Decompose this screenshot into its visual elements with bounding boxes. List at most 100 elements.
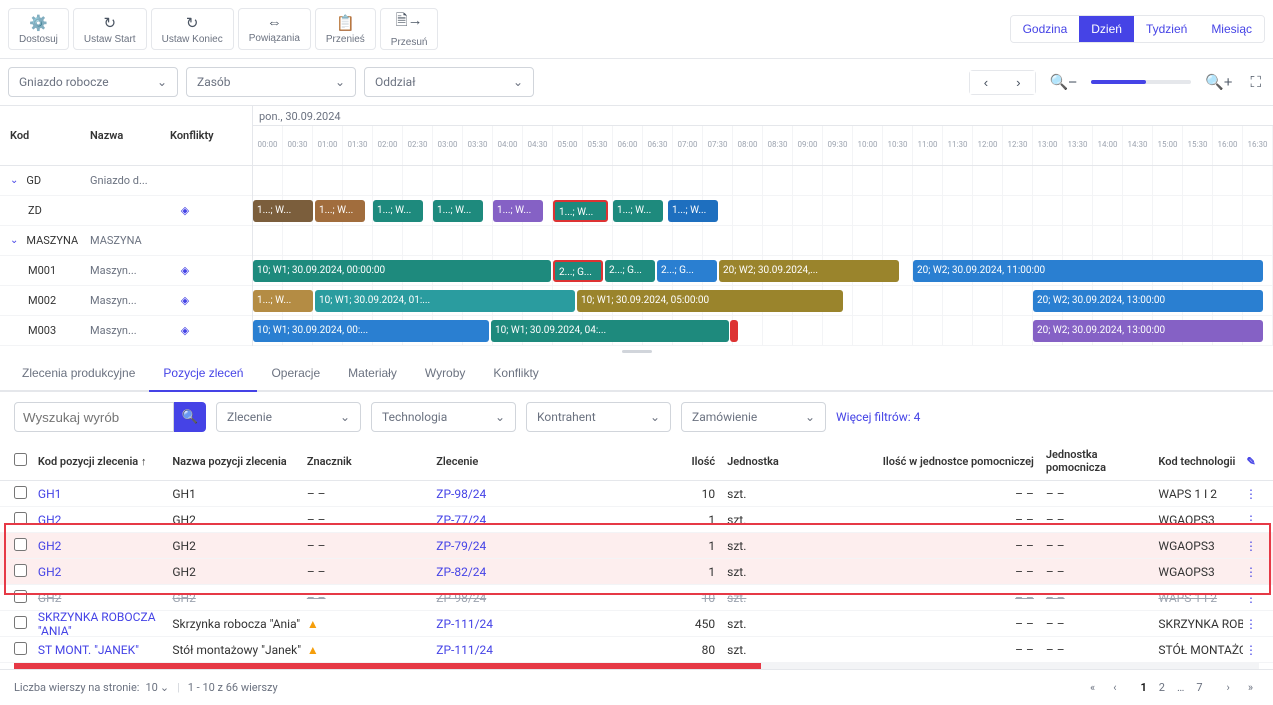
gantt-bar[interactable]: 1...; W... [668,200,718,222]
first-page-button[interactable]: « [1084,678,1101,697]
col-code[interactable]: Kod pozycji zlecenia ↑ [38,455,172,468]
item-code-link[interactable]: GH1 [38,487,172,501]
row-checkbox[interactable] [14,616,27,629]
col-order[interactable]: Zlecenie [436,455,665,468]
gantt-bar[interactable]: 20; W2; 30.09.2024, 13:00:00 [1033,290,1263,312]
gantt-bar[interactable]: 1...; W... [315,200,365,222]
gantt-bar[interactable]: 10; W1; 30.09.2024, 00:00:00 [253,260,551,282]
gantt-bar[interactable]: 2...; G... [657,260,717,282]
table-row[interactable]: SKRZYNKA ROBOCZA "ANIA"Skrzynka robocza … [0,611,1273,637]
shift-button[interactable]: 🗎→Przesuń [380,8,439,50]
item-code-link[interactable]: GH2 [38,539,172,553]
order-link[interactable]: ZP-82/24 [436,565,665,579]
item-code-link[interactable]: GH2 [38,565,172,579]
gantt-bar[interactable]: 10; W1; 30.09.2024, 05:00:00 [577,290,843,312]
contractor-dropdown[interactable]: Kontrahent⌄ [526,402,671,432]
gantt-row-M001[interactable]: M001Maszyn...◈ [0,256,252,286]
col-qty[interactable]: Ilość [665,455,715,468]
item-code-link[interactable]: GH2 [38,513,172,527]
gantt-bar[interactable]: 1...; W... [433,200,483,222]
move-button[interactable]: 📋Przenieś [315,8,376,50]
expander-icon[interactable]: ⌄ [10,175,22,186]
col-tech[interactable]: Kod technologii [1158,455,1243,468]
gantt-bar[interactable]: 1...; W... [613,200,663,222]
zoom-in-button[interactable]: 🔍+ [1201,71,1236,93]
gantt-bar[interactable]: 1...; W... [253,290,313,312]
resource-dropdown[interactable]: Zasób⌄ [186,67,356,97]
zoom-slider[interactable] [1091,80,1191,84]
gantt-row-M002[interactable]: M002Maszyn...◈ [0,286,252,316]
col-name[interactable]: Nazwa pozycji zlecenia [172,455,306,468]
workcell-dropdown[interactable]: Gniazdo robocze⌄ [8,67,178,97]
col-aux-unit[interactable]: Jednostka pomocnicza [1034,448,1159,474]
row-menu-button[interactable]: ⋮ [1243,487,1259,501]
row-checkbox[interactable] [14,512,27,525]
gantt-bar[interactable]: 1...; W... [373,200,423,222]
set-end-button[interactable]: ↻Ustaw Koniec [151,8,234,50]
tab-materialy[interactable]: Materiały [334,356,411,390]
tab-zlecenia[interactable]: Zlecenia produkcyjne [8,356,149,390]
table-row[interactable]: ST MONT. "JANEK"Stół montażowy "Janek"▲Z… [0,637,1273,663]
order-link[interactable]: ZP-111/24 [436,617,665,631]
row-checkbox[interactable] [14,590,27,603]
order-link[interactable]: ZP-98/24 [436,591,665,605]
page-1[interactable]: 1 [1135,678,1153,697]
col-unit[interactable]: Jednostka [715,455,874,468]
links-button[interactable]: ⇔Powiązania [238,8,311,50]
search-button[interactable]: 🔍 [174,402,206,432]
table-row[interactable]: GH1GH1– –ZP-98/2410szt.– –– –WAPS 1 I 2⋮ [0,481,1273,507]
prev-button[interactable]: ‹ [970,71,1002,94]
page-size-select[interactable]: 10 [145,681,157,694]
gantt-bar[interactable]: 1...; W... [553,200,608,222]
page-7[interactable]: 7 [1190,678,1208,697]
item-code-link[interactable]: SKRZYNKA ROBOCZA "ANIA" [38,610,172,638]
gantt-bar[interactable]: 1...; W... [493,200,543,222]
page-2[interactable]: 2 [1153,678,1171,697]
gantt-bar[interactable]: 10; W1; 30.09.2024, 04:... [491,320,729,342]
row-checkbox[interactable] [14,564,27,577]
next-page-button[interactable]: › [1221,678,1236,697]
row-checkbox[interactable] [14,642,27,655]
gantt-row-ZD[interactable]: ZD◈ [0,196,252,226]
next-button[interactable]: › [1002,71,1034,94]
order-link[interactable]: ZP-77/24 [436,513,665,527]
row-checkbox[interactable] [14,538,27,551]
col-mark[interactable]: Znacznik [307,455,436,468]
zoom-out-button[interactable]: 🔍− [1046,71,1081,93]
gantt-bar[interactable]: 20; W2; 30.09.2024, 13:00:00 [1033,320,1263,342]
table-row[interactable]: GH2GH2– –ZP-98/2410szt.– –– –WAPS 1 I 2⋮ [0,585,1273,611]
last-page-button[interactable]: » [1242,678,1259,697]
search-input[interactable] [14,402,174,432]
select-all-checkbox[interactable] [14,453,27,466]
more-filters-link[interactable]: Więcej filtrów: 4 [836,410,920,424]
branch-dropdown[interactable]: Oddział⌄ [364,67,534,97]
tab-wyroby[interactable]: Wyroby [411,356,480,390]
table-row[interactable]: GH2GH2– –ZP-79/241szt.– –– –WGAOPS3⋮ [0,533,1273,559]
col-aux-qty[interactable]: Ilość w jednostce pomocniczej [875,455,1034,468]
gantt-bar[interactable]: 2...; G... [553,260,603,282]
order-link[interactable]: ZP-111/24 [436,643,665,657]
gantt-bar[interactable] [730,320,738,342]
edit-columns-icon[interactable]: ✎ [1243,455,1259,468]
gantt-row-M003[interactable]: M003Maszyn...◈ [0,316,252,346]
prev-page-button[interactable]: ‹ [1107,678,1122,697]
tab-konflikty[interactable]: Konflikty [479,356,552,390]
split-handle[interactable] [0,346,1273,356]
technology-dropdown[interactable]: Technologia⌄ [371,402,516,432]
row-menu-button[interactable]: ⋮ [1243,565,1259,579]
order-dropdown[interactable]: Zlecenie⌄ [216,402,361,432]
row-menu-button[interactable]: ⋮ [1243,513,1259,527]
customize-button[interactable]: ⚙️Dostosuj [8,8,69,50]
gantt-row-MASZYNA[interactable]: ⌄MASZYNAMASZYNA [0,226,252,256]
item-code-link[interactable]: GH2 [38,591,172,605]
row-checkbox[interactable] [14,486,27,499]
item-code-link[interactable]: ST MONT. "JANEK" [38,643,172,657]
gantt-row-GD[interactable]: ⌄GDGniazdo d... [0,166,252,196]
row-menu-button[interactable]: ⋮ [1243,643,1259,657]
gantt-bar[interactable]: 20; W2; 30.09.2024, 11:00:00 [913,260,1263,282]
view-day-button[interactable]: Dzień [1079,16,1134,42]
page-…[interactable]: … [1171,678,1190,697]
table-row[interactable]: GH2GH2– –ZP-77/241szt.– –– –WGAOPS3⋮ [0,507,1273,533]
gantt-bar[interactable]: 10; W1; 30.09.2024, 01:... [315,290,575,312]
gantt-bar[interactable]: 10; W1; 30.09.2024, 00:... [253,320,489,342]
